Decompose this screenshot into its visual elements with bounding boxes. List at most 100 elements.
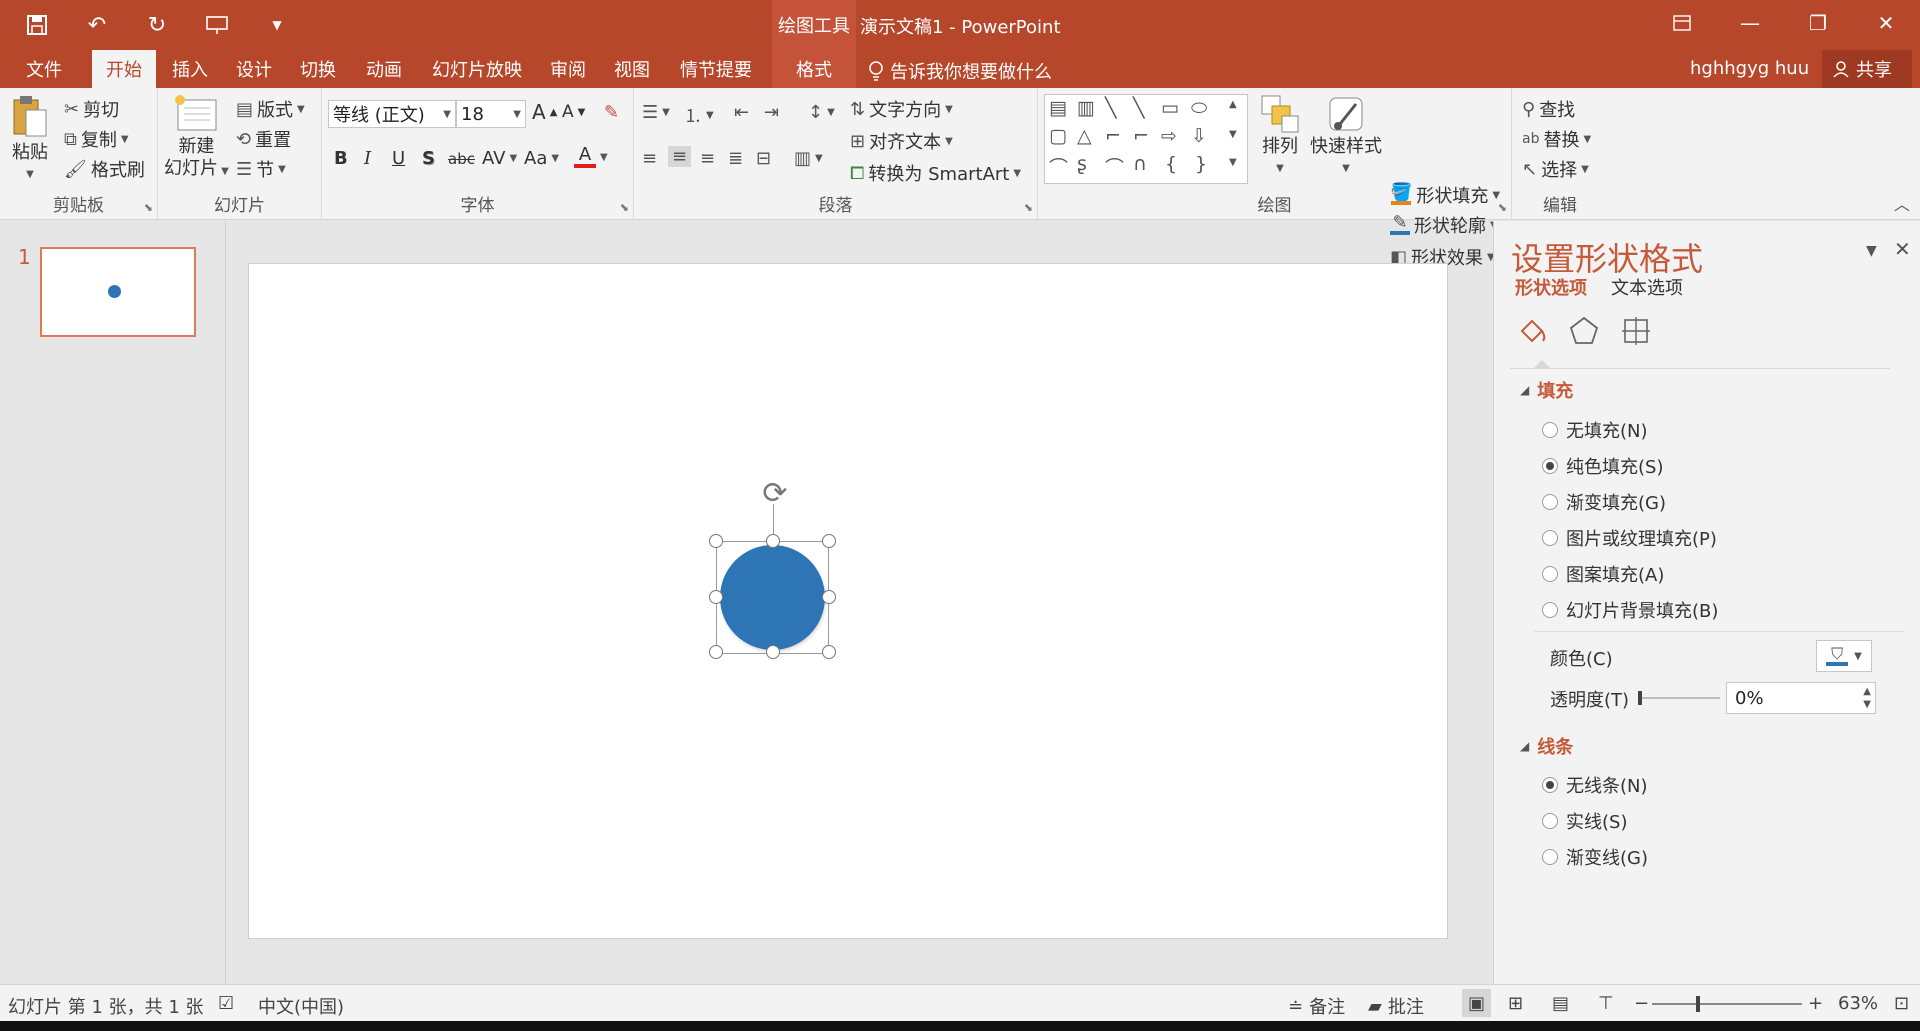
line-shape-icon[interactable]: ╲ [1105, 97, 1116, 119]
elbow-arrow-shape-icon[interactable]: ⌐ [1133, 125, 1149, 147]
shrink-font-button[interactable]: A ▼ [562, 102, 585, 122]
transparency-spinbox[interactable]: 0% ▲ ▼ [1726, 682, 1876, 714]
font-color-button[interactable]: A ▼ [574, 146, 608, 168]
scribble-shape-icon[interactable]: ʂ [1077, 153, 1087, 175]
resize-handle-top[interactable] [766, 534, 780, 548]
radio-picture-fill[interactable]: 图片或纹理填充(P) [1542, 525, 1717, 551]
grow-font-button[interactable]: A ▲ [532, 100, 557, 124]
elbow-connector-shape-icon[interactable]: ⌐ [1105, 125, 1121, 147]
select-button[interactable]: ↖ 选择 ▼ [1522, 156, 1589, 182]
increase-indent-button[interactable]: ⇥ [764, 102, 779, 123]
tab-file[interactable]: 文件 [14, 50, 74, 88]
align-left-button[interactable]: ≡ [642, 148, 657, 169]
redo-icon[interactable]: ↻ [142, 10, 172, 40]
section-fill[interactable]: ◢ 填充 [1520, 377, 1573, 403]
resize-handle-bottom-right[interactable] [822, 645, 836, 659]
language-indicator[interactable]: 中文(中国) [258, 993, 344, 1019]
bullets-button[interactable]: ☰ ▼ [642, 102, 670, 123]
close-icon[interactable]: ✕ [1852, 0, 1920, 46]
resize-handle-left[interactable] [709, 590, 723, 604]
reset-button[interactable]: ⟲ 重置 [236, 126, 291, 152]
tab-review[interactable]: 审阅 [538, 50, 598, 88]
triangle-shape-icon[interactable]: △ [1077, 125, 1092, 147]
oval-shape-icon[interactable]: ⬭ [1191, 97, 1207, 119]
font-name-combo[interactable]: 等线 (正文) ▼ [328, 100, 456, 128]
down-arrow-shape-icon[interactable]: ⇩ [1191, 125, 1207, 147]
line-spacing-button[interactable]: ↕ ▼ [808, 102, 835, 123]
customize-qat-icon[interactable]: ▼ [262, 10, 292, 40]
slide-sorter-icon[interactable]: ⊞ [1508, 993, 1523, 1014]
tab-storyboard[interactable]: 情节提要 [666, 50, 766, 88]
fill-line-icon[interactable] [1514, 313, 1550, 349]
collapse-ribbon-icon[interactable]: ︿ [1894, 191, 1910, 215]
dialog-launcher-icon[interactable]: ⬊ [144, 201, 153, 214]
tell-me-search[interactable]: 告诉我你想要做什么 [868, 58, 1052, 84]
justify-button[interactable]: ≣ [728, 148, 743, 169]
radio-gradient-fill[interactable]: 渐变填充(G) [1542, 489, 1666, 515]
find-button[interactable]: ⚲ 查找 [1522, 96, 1575, 122]
strikethrough-button[interactable]: abc [448, 150, 475, 168]
spin-up-icon[interactable]: ▲ [1863, 686, 1871, 698]
section-line[interactable]: ◢ 线条 [1520, 733, 1573, 759]
zoom-in-icon[interactable]: + [1808, 993, 1823, 1014]
align-center-button[interactable]: ≡ [668, 146, 692, 167]
gallery-up-icon[interactable]: ▲ [1229, 99, 1237, 110]
comments-button[interactable]: ▰ 批注 [1368, 993, 1424, 1019]
underline-button[interactable]: U [392, 148, 405, 169]
layout-button[interactable]: ▤ 版式 ▼ [236, 96, 305, 122]
align-text-button[interactable]: ⊞ 对齐文本 ▼ [850, 128, 953, 154]
text-direction-button[interactable]: ⇅ 文字方向 ▼ [850, 96, 953, 122]
spell-check-icon[interactable]: ☑ [218, 993, 234, 1014]
dialog-launcher-icon[interactable]: ⬊ [620, 201, 629, 214]
left-brace-shape-icon[interactable]: { [1165, 153, 1177, 175]
size-properties-icon[interactable] [1618, 313, 1654, 349]
tab-design[interactable]: 设计 [224, 50, 284, 88]
slideshow-icon[interactable] [202, 10, 232, 40]
gallery-down-icon[interactable]: ▼ [1229, 129, 1237, 140]
shapes-gallery[interactable]: ▤ ▥ ╲ ╲ ▭ ⬭ ▢ △ ⌐ ⌐ ⇨ ⇩ ⌒ ʂ ⌒ ∩ { } ▲ ▼ … [1044, 94, 1248, 184]
radio-no-line[interactable]: 无线条(N) [1542, 772, 1648, 798]
tab-transitions[interactable]: 切换 [288, 50, 348, 88]
tab-home[interactable]: 开始 [92, 50, 156, 88]
transparency-slider[interactable] [1638, 691, 1720, 705]
tab-text-options[interactable]: 文本选项 [1611, 274, 1683, 300]
spin-down-icon[interactable]: ▼ [1863, 699, 1871, 711]
font-size-combo[interactable]: 18 ▼ [456, 100, 526, 128]
zoom-level[interactable]: 63% [1838, 993, 1878, 1014]
section-button[interactable]: ☰ 节 ▼ [236, 156, 286, 182]
shape-fill-button[interactable]: 🪣 形状填充 ▼ [1390, 182, 1500, 208]
quick-styles-button[interactable]: 快速样式 ▼ [1310, 94, 1382, 180]
slider-thumb[interactable] [1638, 691, 1642, 705]
share-button[interactable]: 共享 [1822, 50, 1912, 88]
curve-shape-icon[interactable]: ∩ [1133, 153, 1147, 175]
resize-handle-top-left[interactable] [709, 534, 723, 548]
copy-button[interactable]: ⧉ 复制 ▼ [64, 126, 129, 152]
fit-to-window-icon[interactable]: ⊡ [1894, 993, 1909, 1014]
resize-handle-top-right[interactable] [822, 534, 836, 548]
tab-slideshow[interactable]: 幻灯片放映 [420, 50, 534, 88]
char-spacing-button[interactable]: AV ▼ [482, 148, 517, 169]
resize-handle-bottom[interactable] [766, 645, 780, 659]
radio-solid-line[interactable]: 实线(S) [1542, 808, 1627, 834]
cut-button[interactable]: ✂ 剪切 [64, 96, 119, 122]
distributed-button[interactable]: ⊟ [756, 148, 771, 169]
gallery-more-icon[interactable]: ▼ [1229, 157, 1237, 168]
italic-button[interactable]: I [364, 148, 371, 169]
rounded-rect-shape-icon[interactable]: ▢ [1049, 125, 1067, 147]
freeform-shape-icon[interactable]: ⌒ [1049, 153, 1068, 180]
arrange-button[interactable]: 排列 ▼ [1260, 94, 1300, 180]
format-painter-button[interactable]: 🖌 格式刷 [64, 156, 145, 182]
normal-view-icon[interactable]: ▣ [1462, 989, 1492, 1017]
rectangle-shape-icon[interactable]: ▭ [1161, 97, 1179, 119]
radio-gradient-line[interactable]: 渐变线(G) [1542, 844, 1648, 870]
reading-view-icon[interactable]: ▤ [1552, 993, 1569, 1014]
tab-view[interactable]: 视图 [602, 50, 662, 88]
arc-shape-icon[interactable]: ⌒ [1105, 153, 1124, 180]
zoom-slider-thumb[interactable] [1696, 996, 1700, 1012]
radio-background-fill[interactable]: 幻灯片背景填充(B) [1542, 597, 1718, 623]
tab-shape-options[interactable]: 形状选项 [1515, 274, 1587, 300]
columns-button[interactable]: ▥ ▼ [794, 148, 823, 169]
shape-outline-button[interactable]: ✎ 形状轮廓 ▼ [1390, 212, 1498, 238]
pane-options-icon[interactable]: ▼ [1866, 243, 1877, 259]
clear-formatting-icon[interactable]: ✎ [604, 102, 619, 123]
